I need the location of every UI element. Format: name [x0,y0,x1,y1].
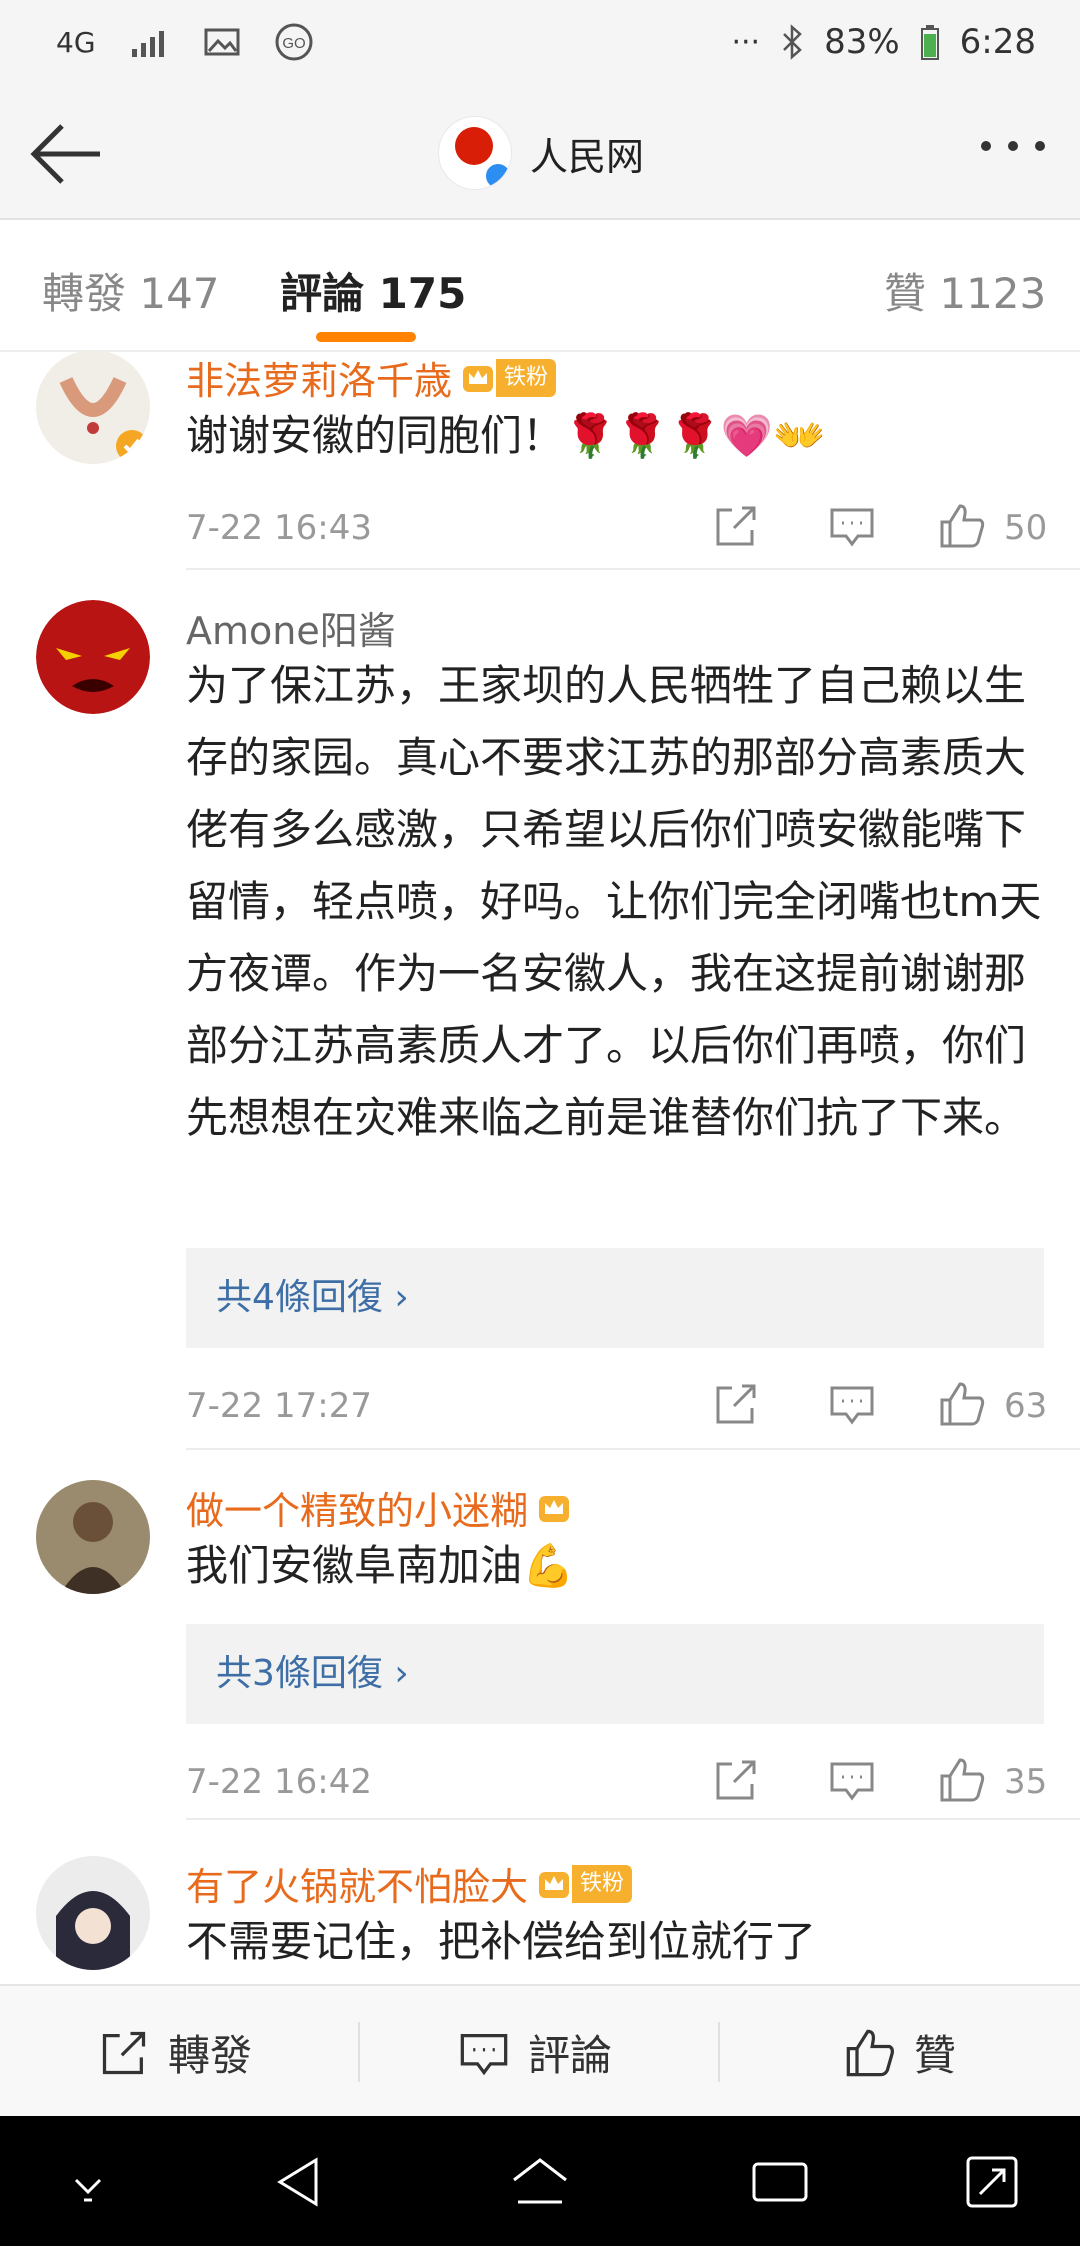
crown-icon [539,1495,570,1522]
comment-meta: 7-22 16:42 35 [186,1752,1048,1812]
battery-percent: 83% [824,22,900,62]
like-count: 35 [1004,1762,1048,1802]
comment-item: Amone阳酱 为了保江苏，王家坝的人民牺牲了自己赖以生存的家园。真心不要求江苏… [0,600,1080,1450]
crown-icon [539,1871,570,1898]
clock: 6:28 [959,22,1036,62]
username[interactable]: 有了火锅就不怕脸大 [186,1856,528,1911]
nav-recents-icon[interactable] [748,2150,812,2214]
nav-back-icon[interactable] [268,2150,332,2214]
avatar[interactable] [36,1856,150,1970]
comment-item: 做一个精致的小迷糊 我们安徽阜南加油💪 共3條回復 › 7-22 16:42 3… [0,1480,1080,1820]
comment-icon[interactable] [828,1756,876,1804]
share-icon[interactable] [712,1380,760,1428]
account-avatar[interactable] [438,116,512,190]
chevron-down-icon[interactable] [56,2150,120,2214]
svg-text:GO: GO [282,35,305,52]
comment-icon[interactable] [828,502,876,550]
active-tab-indicator [316,332,416,342]
comment-text: 不需要记住，把补偿给到位就行了 [186,1917,817,1966]
username[interactable]: 非法萝莉洛千歳 [186,350,452,405]
repost-button[interactable]: 轉發 [98,2022,252,2083]
comment-time: 7-22 16:43 [186,508,372,548]
avatar[interactable] [36,600,150,714]
nav-home-icon[interactable] [508,2150,572,2214]
share-icon [102,2031,146,2074]
tab-bar: 轉發 147 評論 175 贊 1123 [0,220,1080,352]
crown-icon [463,365,494,392]
battery-icon [920,25,939,60]
like-label: 贊 [914,2031,957,2080]
like-icon[interactable] [938,1756,986,1804]
tab-likes[interactable]: 贊 1123 [884,260,1046,321]
comment-time: 7-22 17:27 [186,1386,372,1426]
comment-icon [460,2033,508,2075]
like-icon[interactable] [938,502,986,550]
view-replies-link[interactable]: 共4條回復 › [186,1248,1044,1348]
share-icon[interactable] [712,1756,760,1804]
comment-item: 非法萝莉洛千歳 铁粉 谢谢安徽的同胞们！🌹🌹🌹💗👐 7-22 16:43 50 [0,350,1080,570]
tab-comments[interactable]: 評論 175 [280,260,466,321]
like-count: 63 [1004,1386,1048,1426]
go-app-icon: GO [275,23,313,61]
nav-expand-icon[interactable] [960,2150,1024,2214]
like-count: 50 [1004,508,1048,548]
comment-meta: 7-22 16:43 50 [186,498,1048,558]
network-indicator: 4G [56,25,96,59]
avatar[interactable] [36,1480,150,1594]
like-button[interactable]: 贊 [844,2022,956,2083]
like-icon[interactable] [938,1380,986,1428]
comment-text: 谢谢安徽的同胞们！🌹🌹🌹💗👐 [186,411,826,460]
action-bar: 轉發 評論 贊 [0,1984,1080,2118]
status-bar: 4G GO ··· 83% 6:28 [0,0,1080,90]
comment-text: 我们安徽阜南加油💪 [186,1541,575,1590]
comment-label: 評論 [528,2031,613,2080]
comment-item: 有了火锅就不怕脸大 铁粉 不需要记住，把补偿给到位就行了 [0,1856,1080,1984]
comment-text: 为了保江苏，王家坝的人民牺牲了自己赖以生存的家园。真心不要求江苏的那部分高素质大… [186,661,1042,1142]
account-header[interactable]: 人民网 [438,116,644,190]
back-arrow-icon[interactable] [24,112,108,196]
username[interactable]: Amone阳酱 [186,600,396,655]
system-nav-bar [0,2116,1080,2246]
gallery-icon [204,28,240,56]
verified-icon [483,161,511,189]
avatar[interactable] [36,350,150,464]
comment-time: 7-22 16:42 [186,1762,372,1802]
share-icon[interactable] [712,502,760,550]
bluetooth-icon [783,24,802,60]
comment-meta: 7-22 17:27 63 [186,1376,1048,1436]
fan-badge: 铁粉 [536,1864,633,1903]
comment-icon[interactable] [828,1380,876,1428]
signal-icon [131,31,164,57]
more-options-icon[interactable] [976,134,1050,158]
like-icon [846,2029,895,2076]
more-status-icon: ··· [731,24,761,60]
fan-badge: 铁粉 [460,358,557,397]
account-name: 人民网 [530,134,645,179]
comment-button[interactable]: 評論 [458,2022,612,2083]
tab-repost[interactable]: 轉發 147 [42,260,220,321]
repost-label: 轉發 [168,2031,253,2080]
view-replies-link[interactable]: 共3條回復 › [186,1624,1044,1724]
app-header: 人民网 [0,90,1080,220]
username[interactable]: 做一个精致的小迷糊 [186,1480,528,1535]
fan-badge [536,1489,572,1527]
